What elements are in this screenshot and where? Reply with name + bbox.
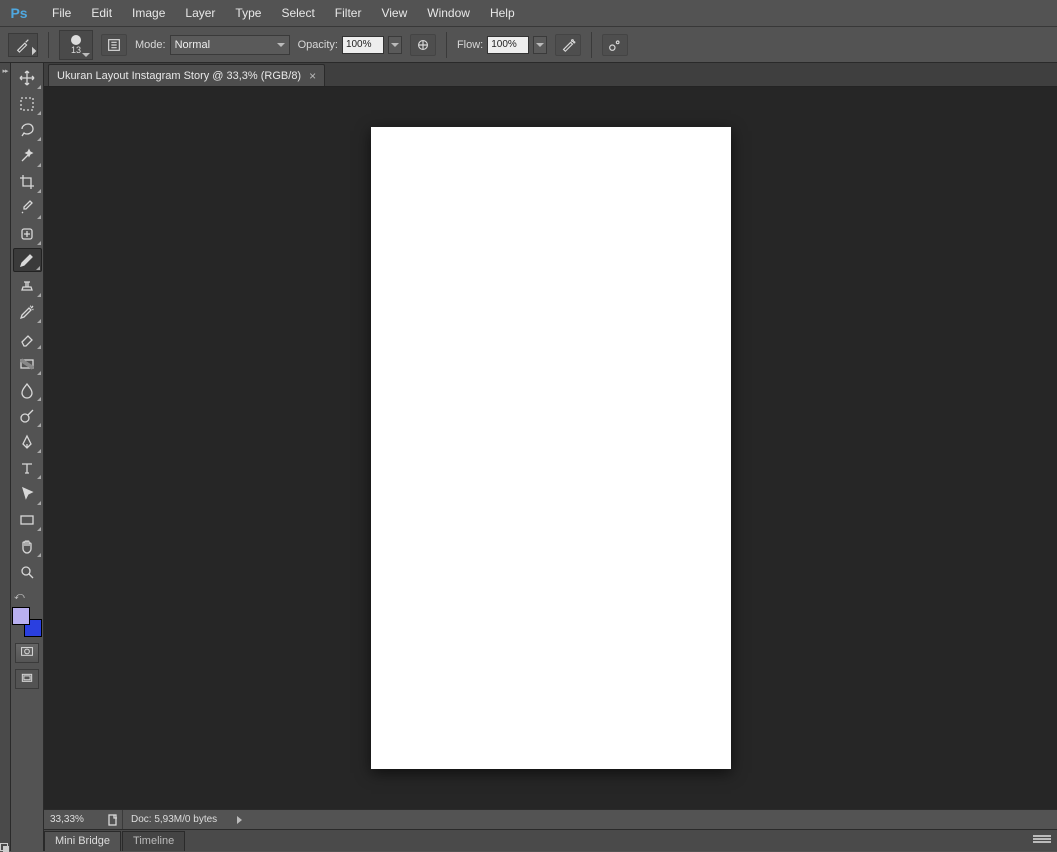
opacity-dropdown[interactable] [388,36,402,54]
magic-wand-tool[interactable] [13,144,42,168]
eyedropper-tool[interactable] [13,196,42,220]
brush-tool[interactable] [13,248,42,272]
move-tool[interactable] [13,66,42,90]
tool-preset-picker[interactable] [8,33,38,57]
swap-colors-icon[interactable]: ⤺ [14,591,25,603]
menu-filter[interactable]: Filter [325,0,372,27]
menu-view[interactable]: View [371,0,417,27]
clone-stamp-tool[interactable] [13,274,42,298]
zoom-tool[interactable] [13,560,42,584]
app-logo: Ps [6,3,32,23]
rectangle-tool[interactable] [13,508,42,532]
flow-label: Flow: [457,39,483,51]
canvas-area: Ukuran Layout Instagram Story @ 33,3% (R… [44,63,1057,851]
status-bar: 33,33% Doc: 5,93M/0 bytes [44,809,1057,829]
quick-mask-icon [19,646,35,660]
toolbox-collapse-toggle[interactable]: ▸▸ [0,63,11,851]
pen-tool[interactable] [13,430,42,454]
document-tab[interactable]: Ukuran Layout Instagram Story @ 33,3% (R… [48,64,325,86]
close-icon[interactable]: × [309,69,316,83]
menu-bar: Ps File Edit Image Layer Type Select Fil… [0,0,1057,27]
screen-mode-toggle[interactable] [15,669,39,689]
mode-label: Mode: [135,39,166,51]
page-icon [107,814,119,826]
lasso-tool[interactable] [13,118,42,142]
blend-mode-select[interactable]: Normal [170,35,290,55]
path-selection-tool[interactable] [13,482,42,506]
pressure-size-toggle[interactable] [602,34,628,56]
eraser-tool[interactable] [13,326,42,350]
brush-panel-icon [106,37,122,53]
menu-file[interactable]: File [42,0,81,27]
toolbox: ⤺ [11,63,44,851]
default-colors-icon[interactable] [0,843,8,851]
blend-mode-value: Normal [175,39,210,51]
tab-timeline[interactable]: Timeline [122,831,185,851]
status-icon[interactable] [104,814,122,826]
bottom-panel-tabs: Mini Bridge Timeline [44,829,1057,851]
options-bar: 13 Mode: Normal Opacity: 100% Flow: 100% [0,27,1057,63]
brush-dot-icon [71,35,81,45]
flow-dropdown[interactable] [533,36,547,54]
dodge-tool[interactable] [13,404,42,428]
doc-info-label: Doc: [131,814,152,825]
tab-mini-bridge[interactable]: Mini Bridge [44,831,121,851]
canvas-viewport[interactable] [44,87,1057,809]
gradient-tool[interactable] [13,352,42,376]
type-tool[interactable] [13,456,42,480]
separator [446,32,447,58]
tablet-size-icon [607,37,623,53]
quick-mask-toggle[interactable] [15,643,39,663]
foreground-color-swatch[interactable] [12,607,30,625]
brush-preset-picker[interactable]: 13 [59,30,93,60]
expand-icon: ▸▸ [2,67,7,75]
brush-panel-toggle[interactable] [101,34,127,56]
healing-brush-tool[interactable] [13,222,42,246]
separator [48,32,49,58]
brush-size-label: 13 [71,45,81,55]
doc-info-value: 5,93M/0 bytes [154,814,217,825]
chevron-right-icon [237,816,242,824]
panel-menu-button[interactable] [1033,834,1051,846]
crop-tool[interactable] [13,170,42,194]
history-brush-tool[interactable] [13,300,42,324]
menu-help[interactable]: Help [480,0,525,27]
document-tab-title: Ukuran Layout Instagram Story @ 33,3% (R… [57,70,301,82]
airbrush-icon [560,37,576,53]
color-swatches[interactable] [12,607,42,637]
menu-window[interactable]: Window [417,0,480,27]
menu-select[interactable]: Select [271,0,324,27]
hand-tool[interactable] [13,534,42,558]
separator [591,32,592,58]
menu-edit[interactable]: Edit [81,0,122,27]
brush-icon [15,37,31,53]
document-tab-bar: Ukuran Layout Instagram Story @ 33,3% (R… [44,63,1057,87]
screen-mode-icon [19,672,35,686]
airbrush-toggle[interactable] [555,34,581,56]
color-swap-row: ⤺ [12,591,42,603]
menu-layer[interactable]: Layer [175,0,225,27]
doc-info[interactable]: Doc: 5,93M/0 bytes [122,810,250,829]
flow-field[interactable]: 100% [487,36,529,54]
opacity-label: Opacity: [298,39,338,51]
pressure-opacity-toggle[interactable] [410,34,436,56]
zoom-level[interactable]: 33,33% [44,814,104,825]
menu-type[interactable]: Type [225,0,271,27]
canvas-page[interactable] [371,127,731,769]
workspace: ▸▸ ⤺ [0,63,1057,851]
blur-tool[interactable] [13,378,42,402]
tablet-pressure-icon [415,37,431,53]
menu-image[interactable]: Image [122,0,175,27]
opacity-field[interactable]: 100% [342,36,384,54]
marquee-tool[interactable] [13,92,42,116]
